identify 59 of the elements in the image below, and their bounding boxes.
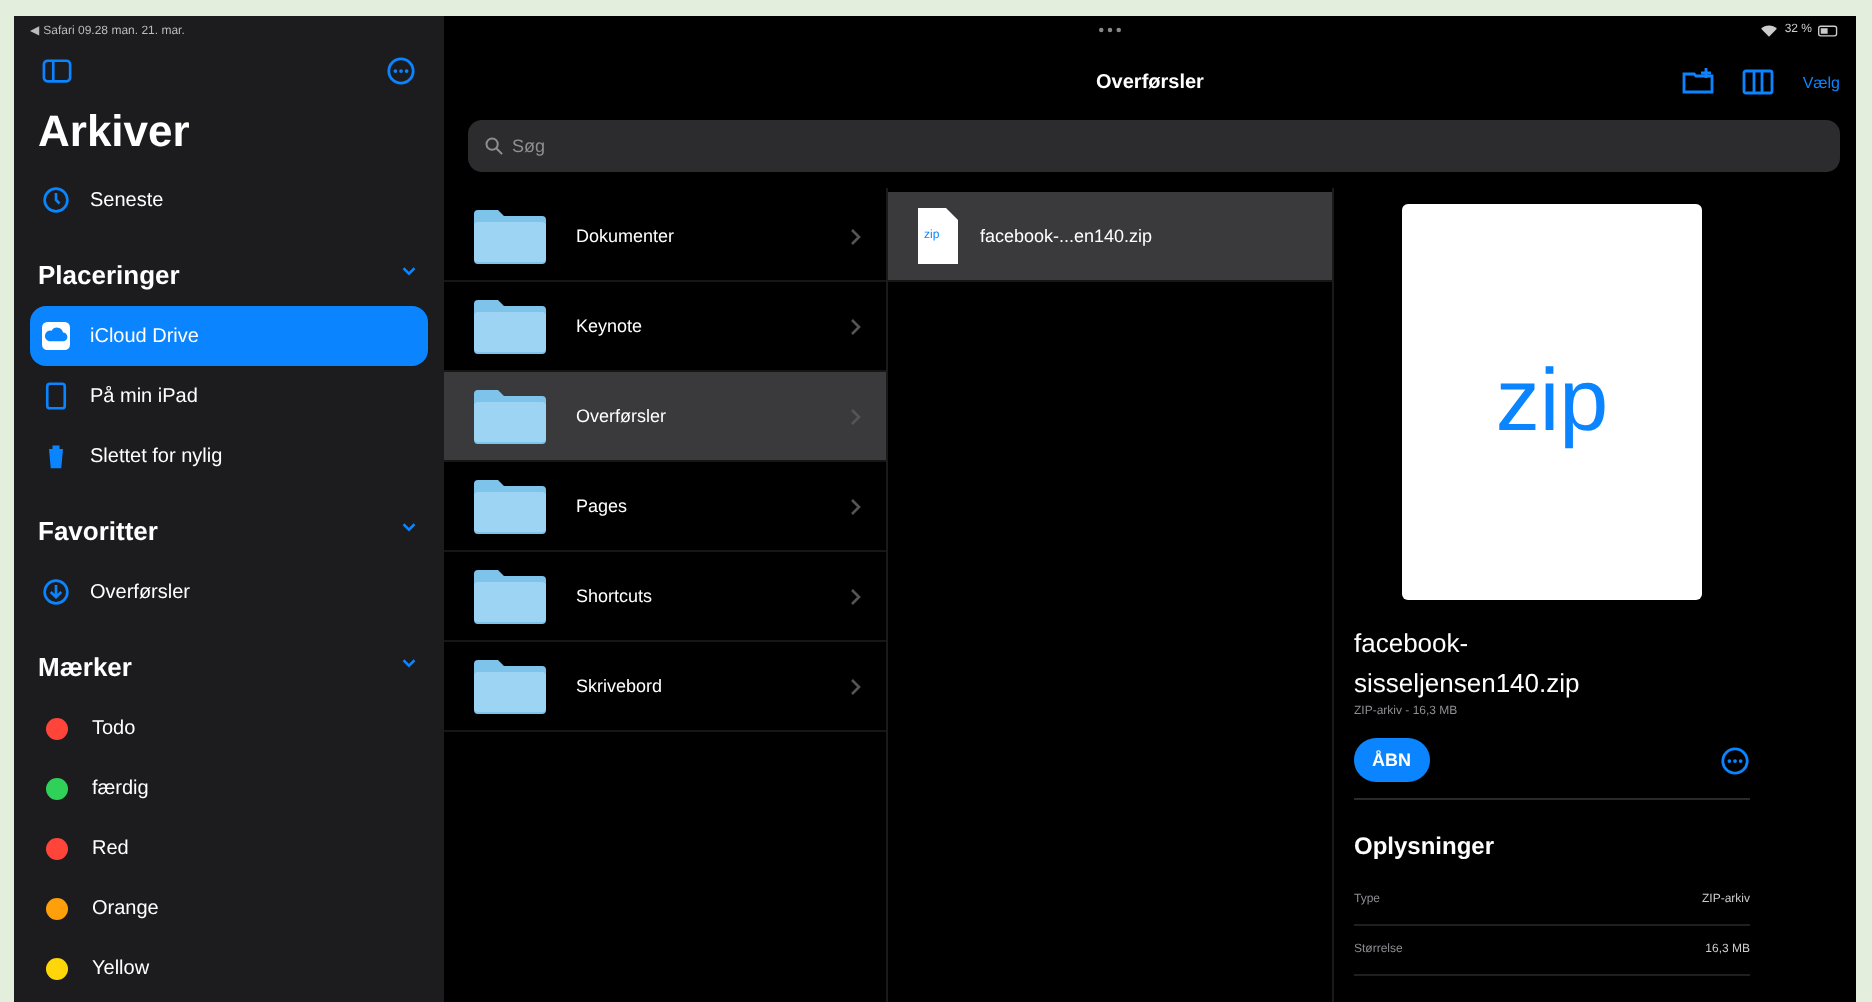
search-icon [484, 136, 504, 156]
section-title: Favoritter [38, 515, 158, 545]
open-button[interactable]: ÅBN [1354, 738, 1429, 782]
sidebar-item[interactable]: Yellow [30, 938, 428, 998]
file-thumbnail: zip [1402, 204, 1702, 600]
info-title: Oplysninger [1354, 832, 1497, 860]
folder-name: Keynote [576, 316, 645, 336]
chevron-icon [850, 407, 862, 425]
search-field[interactable]: Søg [468, 120, 1840, 172]
folder-name: Overførsler [576, 406, 668, 426]
sidebar-item[interactable]: færdig [30, 758, 428, 818]
new-folder-icon [1682, 66, 1715, 98]
sidebar-item[interactable]: Seneste [30, 170, 428, 230]
section-title: Mærker [38, 651, 132, 681]
sidebar-item[interactable]: Todo [30, 698, 428, 758]
folder-icon [472, 568, 548, 624]
dots-icon [1096, 26, 1125, 34]
battery-icon [1818, 23, 1840, 37]
folder-name: Pages [576, 496, 630, 516]
file-icon [916, 206, 960, 266]
clock-icon [42, 186, 70, 214]
columns-icon [1742, 66, 1775, 98]
sidebar-item[interactable]: Slettet for nylig [30, 426, 428, 486]
folder-icon [472, 478, 548, 534]
sidebar-item[interactable]: Orange [30, 878, 428, 938]
folder-name: Dokumenter [576, 226, 677, 246]
sidebar-title: Arkiver [36, 104, 192, 160]
select-link[interactable]: Vælg [1802, 73, 1840, 91]
chevron-icon [850, 677, 862, 695]
wifi-icon [1760, 23, 1779, 37]
sidebar-item[interactable]: iCloud Drive [30, 306, 428, 366]
ellipsis-icon [386, 55, 416, 85]
folder-row[interactable]: Skrivebord [444, 642, 886, 732]
chevron-icon [850, 227, 862, 245]
sidebar-icon [42, 55, 72, 85]
folder-icon [472, 208, 548, 264]
folder-name: Skrivebord [576, 676, 665, 696]
cloud-icon [42, 322, 70, 350]
folder-row[interactable]: Shortcuts [444, 552, 886, 642]
folder-row[interactable]: Dokumenter [444, 192, 886, 282]
ellipsis-icon [1720, 745, 1750, 775]
ipad-icon [42, 382, 70, 410]
folder-icon [472, 298, 548, 354]
download-icon [42, 578, 70, 606]
chevron-icon [850, 317, 862, 335]
folder-icon [472, 658, 548, 714]
chevron-icon [850, 587, 862, 605]
folder-icon [472, 388, 548, 444]
section-title: Placeringer [38, 259, 180, 289]
file-title: facebook-sisseljensen140.zip [1354, 626, 1582, 702]
sidebar-item[interactable]: Overførsler [30, 562, 428, 622]
folder-row[interactable]: Overførsler [444, 372, 886, 462]
sidebar-item[interactable]: Red [30, 818, 428, 878]
chevron-icon [850, 497, 862, 515]
file-name: facebook-...en140.zip [980, 226, 1155, 246]
toolbar-title: Overførsler [1096, 71, 1204, 93]
folder-row[interactable]: Pages [444, 462, 886, 552]
folder-name: Shortcuts [576, 586, 655, 606]
sidebar-item[interactable]: På min iPad [30, 366, 428, 426]
